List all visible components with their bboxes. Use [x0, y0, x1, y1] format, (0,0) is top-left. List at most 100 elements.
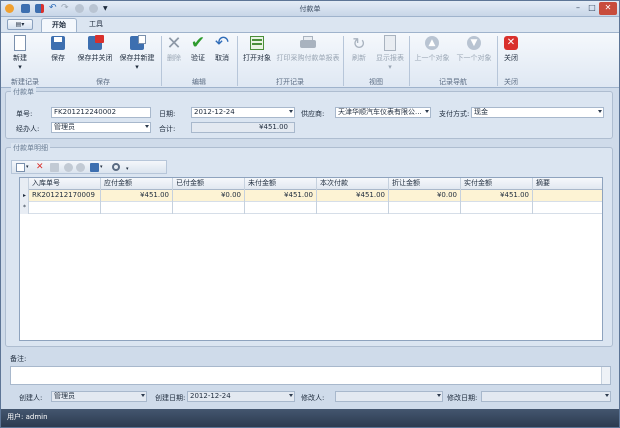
chevron-down-icon[interactable]	[289, 110, 293, 113]
group-separator	[497, 36, 498, 86]
close-window-button[interactable]: ✕	[599, 2, 617, 15]
cancel-button[interactable]: ↶ 取消	[211, 35, 233, 63]
verify-button[interactable]: ✔ 验证	[187, 35, 209, 63]
table-cell[interactable]	[245, 202, 317, 214]
column-header[interactable]: 折让金额	[389, 178, 461, 190]
doc-no-field[interactable]: FK201212240002	[51, 107, 151, 118]
add-dropdown-icon[interactable]: ▾	[26, 163, 31, 172]
new-label: 新建	[13, 54, 27, 62]
column-header[interactable]: 实付金额	[461, 178, 533, 190]
table-cell[interactable]: ¥451.00	[317, 190, 389, 202]
table-cell[interactable]: ¥451.00	[245, 190, 317, 202]
payment-header-legend: 付款单	[11, 87, 36, 97]
row-marker[interactable]: ▸	[20, 190, 29, 202]
table-cell[interactable]	[461, 202, 533, 214]
chevron-down-icon[interactable]	[145, 125, 149, 128]
date-value: 2012-12-24	[194, 108, 235, 116]
column-header[interactable]: 本次付款	[317, 178, 389, 190]
cancel-label: 取消	[215, 54, 229, 62]
table-cell[interactable]: ¥0.00	[389, 190, 461, 202]
copy-row-icon[interactable]	[50, 163, 59, 172]
table-cell[interactable]	[29, 202, 101, 214]
arrow-up-icon: ▲	[423, 35, 441, 52]
column-header[interactable]: 入库单号	[29, 178, 101, 190]
chevron-down-icon[interactable]	[598, 110, 602, 113]
open-object-icon	[248, 35, 266, 52]
minimize-button[interactable]: –	[571, 2, 585, 15]
move-up-icon[interactable]	[64, 163, 73, 172]
open-object-label: 打开对象	[243, 54, 271, 62]
save-new-button[interactable]: 保存并新建 ▾	[115, 35, 159, 72]
doc-no-label: 单号:	[16, 110, 33, 118]
next-object-label: 下一个对象	[456, 54, 492, 62]
table-cell[interactable]	[389, 202, 461, 214]
table-cell[interactable]: ¥451.00	[461, 190, 533, 202]
group-label-view: 视图	[369, 78, 383, 86]
table-row[interactable]: ▸ RK201212170009 ¥451.00 ¥0.00 ¥451.00 ¥…	[20, 190, 602, 202]
remarks-textarea[interactable]	[10, 366, 611, 385]
tab-tools[interactable]: 工具	[81, 18, 111, 32]
column-header[interactable]: 已付金额	[173, 178, 245, 190]
table-cell[interactable]	[533, 202, 602, 214]
total-field: ¥451.00	[191, 122, 295, 133]
refresh-button[interactable]: ↻ 刷新	[347, 35, 371, 63]
import-dropdown-icon[interactable]: ▾	[100, 163, 105, 172]
search-icon[interactable]	[112, 163, 120, 171]
payment-method-label: 支付方式:	[439, 110, 470, 118]
current-user: 用户: admin	[7, 413, 48, 421]
remarks-label: 备注:	[10, 355, 27, 363]
handler-select[interactable]: 管理员	[51, 122, 151, 133]
chevron-down-icon[interactable]	[425, 110, 429, 113]
verify-label: 验证	[191, 54, 205, 62]
delete-row-icon[interactable]: ✕	[36, 163, 45, 172]
close-icon: ✕	[502, 35, 520, 52]
prev-object-button[interactable]: ▲ 上一个对象	[411, 35, 453, 63]
date-picker[interactable]: 2012-12-24	[191, 107, 295, 118]
arrow-down-icon: ▼	[465, 35, 483, 52]
table-cell[interactable]: ¥0.00	[173, 190, 245, 202]
creator-label: 创建人:	[19, 394, 43, 402]
save-button[interactable]: 保存	[45, 35, 71, 63]
table-cell[interactable]: RK201212170009	[29, 190, 101, 202]
refresh-icon: ↻	[352, 34, 366, 53]
print-related-report-button[interactable]: 打印采购付款单报表	[275, 35, 341, 63]
row-marker[interactable]: *	[20, 202, 29, 214]
show-report-button[interactable]: 显示报表 ▾	[373, 35, 407, 72]
group-separator	[409, 36, 410, 86]
table-cell[interactable]	[173, 202, 245, 214]
import-icon[interactable]	[90, 163, 99, 172]
handler-value: 管理员	[54, 123, 75, 131]
delete-x-icon: ✕	[166, 33, 182, 54]
table-cell[interactable]	[533, 190, 602, 202]
table-cell[interactable]: ¥451.00	[101, 190, 173, 202]
handler-label: 经办人:	[16, 125, 40, 133]
remarks-scrollbar[interactable]	[601, 367, 610, 384]
add-row-icon[interactable]	[16, 163, 25, 172]
column-header[interactable]: 摘要	[533, 178, 602, 190]
save-close-button[interactable]: 保存并关闭	[73, 35, 117, 63]
maximize-button[interactable]: □	[585, 2, 599, 15]
new-button[interactable]: 新建 ▾	[7, 35, 33, 72]
payment-method-select[interactable]: 现金	[471, 107, 604, 118]
group-separator	[161, 36, 162, 86]
toolbar-overflow-icon[interactable]: ▾	[126, 163, 131, 172]
column-header[interactable]: 未付金额	[245, 178, 317, 190]
table-cell[interactable]	[317, 202, 389, 214]
tab-home[interactable]: 开始	[41, 18, 77, 32]
payment-detail-legend: 付款单明细	[11, 143, 50, 153]
delete-label: 删除	[167, 54, 181, 62]
save-close-icon	[86, 35, 104, 52]
table-row-new[interactable]: *	[20, 202, 602, 214]
supplier-select[interactable]: 天津华顺汽车仪表有限公...	[335, 107, 431, 118]
delete-button[interactable]: ✕ 删除	[163, 35, 185, 63]
open-object-button[interactable]: 打开对象	[239, 35, 275, 63]
chevron-down-icon	[141, 394, 145, 397]
column-header[interactable]: 应付金额	[101, 178, 173, 190]
move-down-icon[interactable]	[76, 163, 85, 172]
payment-detail-grid: 入库单号 应付金额 已付金额 未付金额 本次付款 折让金额 实付金额 摘要 ▸ …	[19, 177, 603, 341]
next-object-button[interactable]: ▼ 下一个对象	[453, 35, 495, 63]
close-button[interactable]: ✕ 关闭	[499, 35, 523, 63]
table-cell[interactable]	[101, 202, 173, 214]
app-menu-button[interactable]: ▤▾	[7, 19, 33, 30]
save-close-label: 保存并关闭	[77, 54, 113, 62]
